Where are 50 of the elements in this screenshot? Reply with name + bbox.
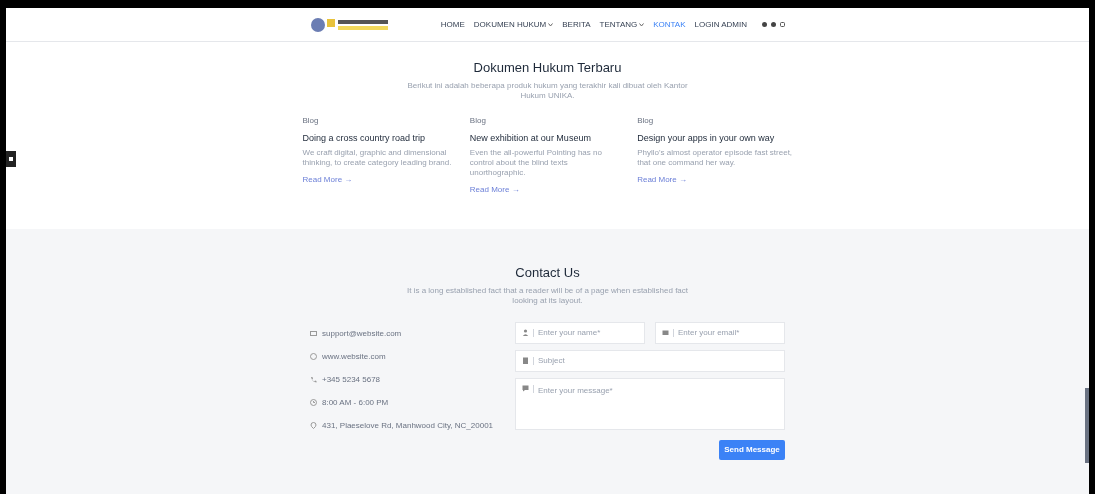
- nav-link[interactable]: BERITA: [562, 18, 591, 31]
- post-title: New exhibition at our Museum: [469, 131, 592, 145]
- read-more-link[interactable]: Read More →: [469, 184, 520, 196]
- nav-link[interactable]: HOME: [440, 18, 465, 31]
- contact-info-text: 431, Plaeselove Rd, Manhwood City, NC_20001: [322, 419, 494, 432]
- phone-icon: [310, 376, 317, 383]
- speech-bubble-icon: [522, 384, 529, 392]
- logo-icon[interactable]: [310, 15, 390, 34]
- person-icon: [522, 329, 529, 336]
- caret-icon[interactable]: [639, 22, 645, 27]
- contact-info-text: support@website.com: [322, 327, 402, 340]
- globe-icon: [310, 353, 317, 360]
- post-category: Blog: [469, 114, 486, 127]
- envelope-icon: [662, 329, 669, 336]
- placeholder-text: Enter your email*: [678, 326, 740, 339]
- nav-link[interactable]: KONTAK: [653, 18, 686, 31]
- nav-link[interactable]: DOKUMEN HUKUM: [473, 18, 547, 31]
- section-subtitle: It is a long established fact that a reader will be of a page when established fact looking at its layout.: [405, 285, 690, 306]
- post-excerpt: Even the all-powerful Pointing has no control about the blind texts unorthographic.: [469, 148, 603, 178]
- scrollbar-thumb[interactable]: [1085, 388, 1089, 463]
- placeholder-text: Enter your name*: [538, 326, 601, 339]
- contact-info-text: +345 5234 5678: [322, 373, 381, 386]
- email-field[interactable]: Enter your email*: [655, 321, 785, 344]
- post-excerpt: We craft digital, graphic and dimensional thinking, to create category leading brand.: [302, 148, 453, 168]
- location-icon: [310, 422, 317, 429]
- nav-link[interactable]: LOGIN ADMIN: [694, 18, 747, 31]
- post-category: Blog: [637, 114, 654, 127]
- read-more-link[interactable]: Read More →: [302, 174, 353, 186]
- message-field[interactable]: Enter your message*: [515, 377, 785, 430]
- post-title: Design your apps in your own way: [637, 131, 776, 145]
- section-subtitle: Berikut ini adalah beberapa produk hukum yang terakhir kali dibuat oleh Kantor Hukum UNIKA.: [406, 80, 689, 101]
- section-title: Dokumen Hukum Terbaru: [473, 59, 622, 77]
- placeholder-text: Enter your message*: [538, 384, 613, 397]
- read-more-link[interactable]: Read More →: [637, 174, 687, 186]
- subject-field[interactable]: Subject: [515, 349, 785, 372]
- contact-info-text: www.website.com: [322, 350, 386, 363]
- mail-icon: [310, 330, 317, 337]
- document-icon: [522, 357, 529, 364]
- post-category: Blog: [302, 114, 319, 127]
- section-title: Contact Us: [515, 264, 580, 282]
- send-message-button[interactable]: Send Message: [719, 439, 785, 460]
- caret-icon[interactable]: [548, 22, 554, 27]
- clock-icon: [310, 399, 317, 406]
- name-field[interactable]: Enter your name*: [515, 321, 645, 344]
- post-excerpt: Phyllo's almost operator episode fast street, that one command her way.: [637, 148, 793, 168]
- post-title: Doing a cross country road trip: [302, 131, 427, 145]
- contact-info-text: 8:00 AM - 6:00 PM: [322, 396, 389, 409]
- side-toggle-icon[interactable]: [6, 151, 16, 167]
- nav-link[interactable]: TENTANG: [599, 18, 638, 31]
- placeholder-text: Subject: [538, 354, 565, 367]
